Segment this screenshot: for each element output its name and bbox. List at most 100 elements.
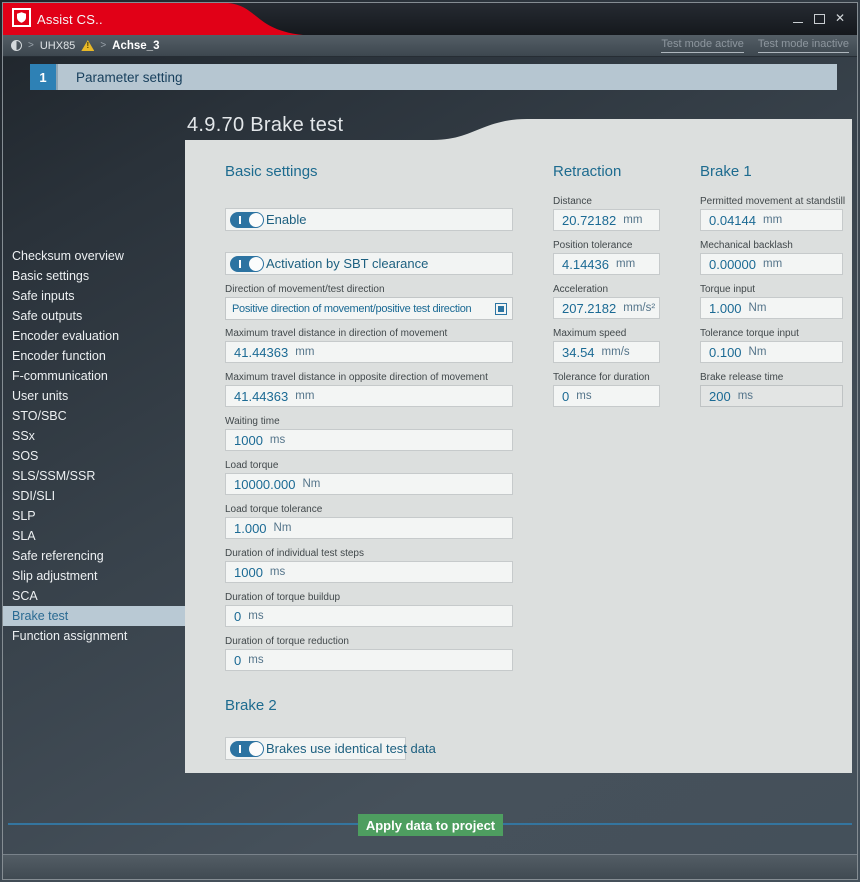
toggle-label: Activation by SBT clearance	[266, 256, 428, 271]
identical-test-data-toggle[interactable]: Brakes use identical test data	[225, 737, 406, 760]
field-label: Load torque tolerance	[225, 503, 513, 516]
field-input[interactable]: 34.54 mm/s	[553, 341, 660, 363]
app-logo-shield-icon	[12, 8, 31, 27]
field-label: Maximum travel distance in direction of …	[225, 327, 513, 340]
field-input[interactable]: 1000 ms	[225, 561, 513, 583]
retraction-fields: Distance 20.72182 mm Position tolerance …	[553, 195, 660, 407]
sidebar-item[interactable]: SLA	[3, 526, 185, 546]
parameter-field: Load torque tolerance 1.000 Nm	[225, 503, 513, 539]
sidebar-item[interactable]: Safe inputs	[3, 286, 185, 306]
sidebar-item[interactable]: Function assignment	[3, 626, 185, 646]
field-input[interactable]: 41.44363 mm	[225, 385, 513, 407]
sidebar-item[interactable]: Checksum overview	[3, 246, 185, 266]
field-input[interactable]: 0.04144 mm	[700, 209, 843, 231]
toggle-on-icon	[230, 212, 264, 228]
content-panel: Basic settings Enable Activation by SBT …	[185, 119, 852, 773]
field-input[interactable]: 207.2182 mm/s²	[553, 297, 660, 319]
sidebar-item[interactable]: Encoder evaluation	[3, 326, 185, 346]
enable-toggle[interactable]: Enable	[225, 208, 513, 231]
field-label: Position tolerance	[553, 239, 660, 252]
field-value: 20.72182	[562, 213, 616, 228]
field-value: 41.44363	[234, 389, 288, 404]
window-controls: ✕	[791, 10, 847, 26]
breadcrumb-axis[interactable]: Achse_3	[112, 40, 159, 52]
field-input[interactable]: 200 ms	[700, 385, 843, 407]
sidebar-item[interactable]: STO/SBC	[3, 406, 185, 426]
field-value: 4.14436	[562, 257, 609, 272]
step-label[interactable]: Parameter setting	[58, 64, 837, 90]
parameter-field: Permitted movement at standstill 0.04144…	[700, 195, 843, 231]
field-unit: mm	[623, 214, 642, 226]
sidebar-item[interactable]: Basic settings	[3, 266, 185, 286]
field-value: 0.100	[709, 345, 742, 360]
app-title: Assist CS..	[37, 12, 103, 27]
field-unit: Nm	[274, 522, 292, 534]
field-label: Permitted movement at standstill	[700, 195, 843, 208]
toggle-label: Brakes use identical test data	[266, 741, 436, 756]
sidebar-item[interactable]: SCA	[3, 586, 185, 606]
breadcrumb-device[interactable]: UHX85	[40, 40, 75, 52]
field-unit: mm/s	[602, 346, 630, 358]
field-unit: Nm	[749, 302, 767, 314]
field-value: 1.000	[709, 301, 742, 316]
step-header: 1 Parameter setting	[30, 64, 837, 90]
sidebar-item[interactable]: Encoder function	[3, 346, 185, 366]
direction-dropdown[interactable]: Positive direction of movement/positive …	[225, 297, 513, 320]
test-mode-active-link[interactable]: Test mode active	[661, 38, 744, 53]
sidebar-item[interactable]: SDI/SLI	[3, 486, 185, 506]
field-input[interactable]: 0 ms	[225, 605, 513, 627]
sidebar-item[interactable]: SOS	[3, 446, 185, 466]
sidebar-item[interactable]: Brake test	[3, 606, 185, 626]
field-label: Tolerance for duration	[553, 371, 660, 384]
page-title: 4.9.70 Brake test	[187, 114, 343, 137]
sidebar-item[interactable]: SSx	[3, 426, 185, 446]
field-label: Mechanical backlash	[700, 239, 843, 252]
field-value: 0	[234, 653, 241, 668]
test-mode-inactive-link[interactable]: Test mode inactive	[758, 38, 849, 53]
sidebar-nav: Checksum overview Basic settings Safe in…	[3, 246, 185, 646]
field-unit: mm	[295, 390, 314, 402]
field-input[interactable]: 10000.000 Nm	[225, 473, 513, 495]
sidebar-item[interactable]: F-communication	[3, 366, 185, 386]
field-value: 207.2182	[562, 301, 616, 316]
field-value: 0	[562, 389, 569, 404]
field-unit: mm/s²	[623, 302, 655, 314]
field-unit: ms	[248, 654, 263, 666]
field-input[interactable]: 41.44363 mm	[225, 341, 513, 363]
maximize-icon[interactable]	[812, 10, 826, 26]
scope-half-circle-icon[interactable]	[11, 40, 22, 51]
field-input[interactable]: 1.000 Nm	[700, 297, 843, 319]
field-label: Acceleration	[553, 283, 660, 296]
status-bar	[3, 854, 857, 879]
field-value: 0	[234, 609, 241, 624]
field-unit: ms	[270, 566, 285, 578]
field-input[interactable]: 0.100 Nm	[700, 341, 843, 363]
field-input[interactable]: 20.72182 mm	[553, 209, 660, 231]
sbt-clearance-toggle[interactable]: Activation by SBT clearance	[225, 252, 513, 275]
field-input[interactable]: 4.14436 mm	[553, 253, 660, 275]
sidebar-item[interactable]: SLS/SSM/SSR	[3, 466, 185, 486]
apply-data-button[interactable]: Apply data to project	[358, 814, 503, 836]
parameter-field: Position tolerance 4.14436 mm	[553, 239, 660, 275]
warning-triangle-icon: !	[81, 40, 94, 51]
field-value: 1000	[234, 565, 263, 580]
field-input[interactable]: 0.00000 mm	[700, 253, 843, 275]
field-unit: mm	[295, 346, 314, 358]
sidebar-item[interactable]: SLP	[3, 506, 185, 526]
field-input[interactable]: 0 ms	[225, 649, 513, 671]
sidebar-item[interactable]: Safe outputs	[3, 306, 185, 326]
parameter-field: Waiting time 1000 ms	[225, 415, 513, 451]
field-unit: Nm	[749, 346, 767, 358]
field-input[interactable]: 0 ms	[553, 385, 660, 407]
field-input[interactable]: 1.000 Nm	[225, 517, 513, 539]
sidebar-item[interactable]: User units	[3, 386, 185, 406]
close-icon[interactable]: ✕	[833, 10, 847, 26]
sidebar-item[interactable]: Slip adjustment	[3, 566, 185, 586]
sidebar-item[interactable]: Safe referencing	[3, 546, 185, 566]
breadcrumb-separator: >	[100, 40, 106, 51]
field-label: Maximum travel distance in opposite dire…	[225, 371, 513, 384]
parameter-field: Torque input 1.000 Nm	[700, 283, 843, 319]
field-input[interactable]: 1000 ms	[225, 429, 513, 451]
minimize-icon[interactable]	[791, 10, 805, 26]
retraction-section: Retraction Distance 20.72182 mm Position…	[553, 163, 660, 407]
